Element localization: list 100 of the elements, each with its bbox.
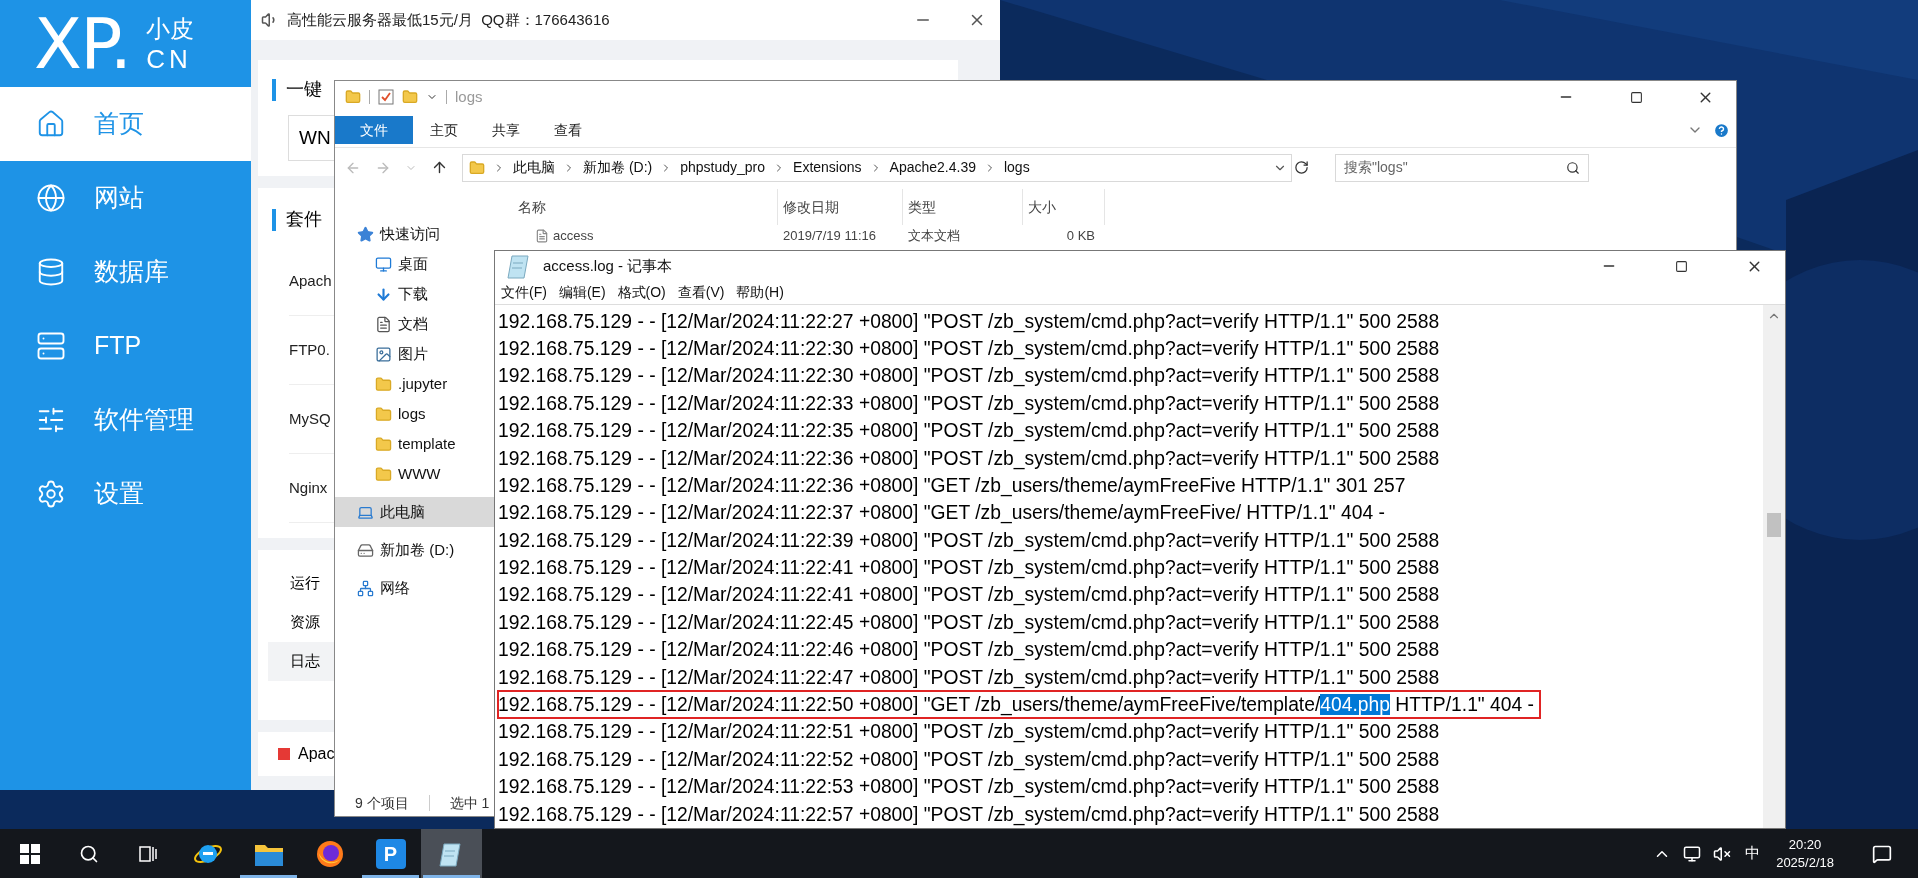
refresh-icon[interactable] (1294, 160, 1309, 175)
info-tab[interactable]: 运行 (268, 564, 334, 603)
star-icon (357, 225, 374, 243)
notice-text: 高性能云服务器最低15元/月 QQ群：176643616 (287, 9, 610, 30)
log-line: 192.168.75.129 - - [12/Mar/2024:11:22:41 +0800] "POST /zb_system/cmd.php?act=verify HTTP/1.1" 500 2588 (498, 583, 1441, 608)
taskbar-button[interactable]: P (360, 829, 421, 878)
search-icon (78, 843, 99, 864)
menu-item[interactable]: 帮助(H) (736, 282, 784, 304)
nav-pane-item[interactable]: 此电脑 (335, 497, 495, 527)
file-icon (535, 229, 549, 243)
nav-pane-item[interactable]: WWW (335, 459, 495, 489)
up-icon[interactable] (431, 159, 448, 176)
down-arrow-icon (375, 285, 392, 303)
nav-pane-item[interactable]: 桌面 (335, 249, 495, 279)
table-cell-text: 文本文档 (908, 227, 960, 246)
breadcrumb[interactable]: Extensions (793, 157, 862, 178)
table-cell-text: 2019/7/19 11:16 (783, 227, 876, 246)
fox-browser-icon (314, 838, 345, 869)
menu-item[interactable]: 格式(O) (617, 282, 666, 304)
folder-icon (375, 465, 392, 483)
log-line: 192.168.75.129 - - [12/Mar/2024:11:22:51 +0800] "POST /zb_system/cmd.php?act=verify HTTP/1.1" 500 2588 (498, 720, 1441, 745)
maximize-icon[interactable] (1630, 90, 1643, 104)
volume-muted-icon[interactable] (1713, 844, 1732, 863)
folder-icon (375, 435, 392, 453)
scrollbar-thumb[interactable] (1767, 512, 1781, 537)
folder-icon (375, 375, 392, 393)
maximize-icon[interactable] (1675, 259, 1688, 273)
package-name: MySQ (289, 408, 331, 429)
window-title: access.log - 记事本 (543, 256, 673, 277)
info-tab[interactable]: 资源 (268, 603, 334, 642)
ribbon-tab[interactable]: 主页 (413, 116, 475, 144)
nav-pane-item[interactable]: 下载 (335, 279, 495, 309)
folder-icon (469, 159, 485, 176)
log-line: 192.168.75.129 - - [12/Mar/2024:11:22:53 +0800] "POST /zb_system/cmd.php?act=verify HTTP/1.1" 500 2588 (498, 775, 1441, 800)
log-line: 192.168.75.129 - - [12/Mar/2024:11:22:46 +0800] "POST /zb_system/cmd.php?act=verify HTTP/1.1" 500 2588 (498, 638, 1441, 663)
ribbon-tab[interactable]: 查看 (537, 116, 599, 144)
monitor-icon (375, 255, 392, 273)
task-view-icon (137, 843, 158, 864)
breadcrumb[interactable]: logs (1003, 157, 1030, 178)
search-field[interactable]: 搜索"logs" (1335, 153, 1589, 182)
breadcrumb[interactable]: 此电脑 (513, 157, 555, 178)
nav-pane-item[interactable]: 新加卷 (D:) (335, 535, 495, 565)
log-line: 192.168.75.129 - - [12/Mar/2024:11:22:35 +0800] "POST /zb_system/cmd.php?act=verify HTTP/1.1" 500 2588 (498, 419, 1441, 444)
menu-item[interactable]: 编辑(E) (558, 282, 606, 304)
column-header[interactable]: 类型 (903, 189, 1023, 225)
drive-icon (357, 541, 374, 559)
card-title: 套件 (286, 208, 322, 231)
log-line: 192.168.75.129 - - [12/Mar/2024:11:22:27 +0800] "POST /zb_system/cmd.php?act=verify HTTP/1.1" 500 2588 (498, 309, 1441, 335)
nav-pane-item[interactable]: 网络 (335, 573, 495, 603)
selected-text: 404.php (1320, 694, 1390, 716)
info-tab[interactable]: 日志 (268, 642, 334, 681)
scrollbar[interactable] (1763, 304, 1785, 828)
nav-pane-item[interactable]: .jupyter (335, 369, 495, 399)
log-line: 192.168.75.129 - - [12/Mar/2024:11:22:33 +0800] "POST /zb_system/cmd.php?act=verify HTTP/1.1" 500 2588 (498, 391, 1441, 417)
network-icon[interactable] (1683, 844, 1702, 863)
nav-pane-item[interactable]: 图片 (335, 339, 495, 369)
log-line: 192.168.75.129 - - [12/Mar/2024:11:22:47 +0800] "POST /zb_system/cmd.php?act=verify HTTP/1.1" 500 2588 (498, 665, 1441, 691)
document-icon (375, 315, 392, 333)
nav-pane-item[interactable]: logs (335, 399, 495, 429)
ribbon-tab[interactable]: 共享 (475, 116, 537, 144)
folder-icon (345, 89, 361, 105)
checkbox-icon (378, 89, 394, 105)
breadcrumb[interactable]: 新加卷 (D:) (583, 157, 653, 178)
log-line: 192.168.75.129 - - [12/Mar/2024:11:22:36 +0800] "GET /zb_users/theme/aymFreeFive HTTP/1.1" 301 257 (498, 473, 1407, 499)
ime-indicator[interactable]: 中 (1745, 842, 1761, 865)
log-line: 192.168.75.129 - - [12/Mar/2024:11:22:37 +0800] "GET /zb_users/theme/aymFreeFive/ HTTP/1.1" 404 - (498, 501, 1386, 526)
log-line: 192.168.75.129 - - [12/Mar/2024:11:22:30 +0800] "POST /zb_system/cmd.php?act=verify HTTP/1.1" 500 2588 (498, 336, 1441, 362)
log-line: 192.168.75.129 - - [12/Mar/2024:11:22:36 +0800] "POST /zb_system/cmd.php?act=verify HTTP/1.1" 500 2588 (498, 446, 1441, 472)
status-text: Apac (298, 744, 335, 764)
log-line: 192.168.75.129 - - [12/Mar/2024:11:22:30 +0800] "POST /zb_system/cmd.php?act=verify HTTP/1.1" 500 2588 (498, 364, 1441, 389)
window-title: logs (455, 86, 483, 107)
logo-domain: CN (146, 43, 193, 74)
status-text: 选中 1 (449, 793, 490, 813)
clock[interactable]: 20:20 2025/2/18 (1776, 835, 1834, 872)
home-icon (36, 109, 66, 139)
log-line: 192.168.75.129 - - [12/Mar/2024:11:22:57 +0800] "POST /zb_system/cmd.php?act=verify HTTP/1.1" 500 2588 (498, 802, 1441, 828)
menu-item[interactable]: 查看(V) (677, 282, 725, 304)
folder-icon (375, 405, 392, 423)
breadcrumb[interactable]: Apache2.4.39 (889, 157, 976, 178)
column-header[interactable]: 大小 (1023, 189, 1105, 225)
log-line: 192.168.75.129 - - [12/Mar/2024:11:22:52 +0800] "POST /zb_system/cmd.php?act=verify HTTP/1.1" 500 2588 (498, 747, 1441, 773)
column-header[interactable]: 名称 (513, 189, 778, 225)
log-line: 192.168.75.129 - - [12/Mar/2024:11:22:41 +0800] "POST /zb_system/cmd.php?act=verify HTTP/1.1" 500 2588 (498, 556, 1441, 581)
windows-icon (19, 843, 40, 864)
status-text: 9 个项目 (355, 793, 409, 813)
column-header[interactable]: 修改日期 (778, 189, 903, 225)
nav-pane-item[interactable]: template (335, 429, 495, 459)
menu-item[interactable]: 文件(F) (501, 282, 547, 304)
folder-icon (402, 89, 418, 105)
nav-pane-item[interactable]: 文档 (335, 309, 495, 339)
nav-pane-item[interactable]: 快速访问 (335, 219, 495, 249)
ribbon-tab[interactable]: 文件 (335, 116, 413, 144)
notification-icon[interactable] (1872, 843, 1892, 864)
breadcrumb[interactable]: phpstudy_pro (680, 157, 766, 178)
help-icon[interactable] (1713, 121, 1730, 139)
package-name: FTP0. (289, 339, 330, 360)
settings-icon (36, 479, 66, 509)
address-bar[interactable]: 此电脑 新加卷 (D:) phpstudy_pro Extensions Apache2.4.39 logs (462, 153, 1292, 182)
taskbar-button[interactable] (421, 829, 482, 878)
package-name: Apach (289, 270, 332, 291)
